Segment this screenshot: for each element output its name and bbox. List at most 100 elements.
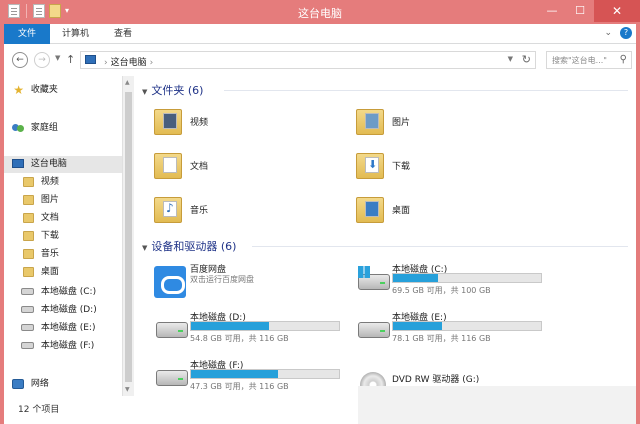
- device-subtitle: 47.3 GB 可用，共 116 GB: [190, 382, 289, 391]
- address-history-chevron-icon[interactable]: ▼: [508, 55, 513, 63]
- address-row: ← → ▼ ↑ › 这台电脑 › ▼ ↻ 搜索"这台电..." ⚲: [4, 45, 636, 75]
- tab-computer[interactable]: 计算机: [62, 24, 89, 44]
- help-icon[interactable]: ?: [620, 27, 632, 39]
- forward-button[interactable]: →: [34, 52, 50, 68]
- star-icon: ★: [13, 82, 24, 97]
- usage-bar-fill: [191, 370, 279, 378]
- recent-locations-chevron-icon[interactable]: ▼: [55, 54, 60, 62]
- nav-favorites[interactable]: ★ 收藏夹: [4, 82, 122, 99]
- usage-bar-fill: [393, 274, 439, 282]
- close-button[interactable]: ✕: [594, 0, 640, 22]
- nav-downloads[interactable]: 下载: [4, 228, 122, 245]
- nav-homegroup[interactable]: 家庭组: [4, 120, 122, 137]
- folder-tile-pictures[interactable]: 图片: [350, 102, 530, 142]
- folder-tile-desktop[interactable]: 桌面: [350, 190, 530, 230]
- up-button[interactable]: ↑: [66, 53, 75, 66]
- content-pane: ▼ 文件夹 (6) 视频 图片 文档 下载 音乐 桌面 ▼ 设备和驱动器 (6): [134, 76, 636, 396]
- folder-tile-videos[interactable]: 视频: [148, 102, 328, 142]
- window-controls: — ☐ ✕: [538, 0, 640, 22]
- devices-group-header[interactable]: ▼ 设备和驱动器 (6): [142, 238, 236, 254]
- hard-drive-icon: [154, 360, 188, 390]
- device-drive-e[interactable]: 本地磁盘 (E:) 78.1 GB 可用，共 116 GB: [350, 308, 550, 348]
- folder-tile-documents[interactable]: 文档: [148, 146, 328, 186]
- nav-music[interactable]: 音乐: [4, 246, 122, 263]
- device-subtitle: 双击运行百度网盘: [190, 275, 254, 284]
- computer-icon: [12, 159, 24, 168]
- hard-drive-icon: [154, 312, 188, 342]
- device-subtitle: 78.1 GB 可用，共 116 GB: [392, 334, 491, 343]
- search-icon[interactable]: ⚲: [620, 54, 627, 65]
- nav-item-label: 这台电脑: [30, 159, 67, 169]
- nav-drive-c[interactable]: 本地磁盘 (C:): [4, 284, 122, 301]
- tile-label: 图片: [392, 118, 411, 128]
- refresh-icon[interactable]: ↻: [522, 53, 531, 66]
- search-box[interactable]: 搜索"这台电..." ⚲: [546, 51, 632, 69]
- device-subtitle: 54.8 GB 可用，共 116 GB: [190, 334, 289, 343]
- item-count: 12 个项目: [18, 405, 60, 415]
- drive-icon: [21, 306, 34, 313]
- scroll-down-icon[interactable]: ▼: [125, 386, 130, 393]
- nav-item-label: 音乐: [40, 249, 59, 259]
- baidu-netdisk-icon: [154, 264, 186, 298]
- folder-tile-music[interactable]: 音乐: [148, 190, 328, 230]
- folder-icon: [23, 248, 34, 259]
- hard-drive-icon: [356, 312, 390, 342]
- documents-folder-icon: [154, 150, 184, 180]
- nav-drive-d[interactable]: 本地磁盘 (D:): [4, 302, 122, 319]
- device-drive-c[interactable]: 本地磁盘 (C:) 69.5 GB 可用，共 100 GB: [350, 260, 550, 300]
- tab-file[interactable]: 文件: [4, 24, 50, 44]
- nav-scrollbar[interactable]: ▲ ▼: [122, 76, 134, 396]
- system-drive-icon: [356, 264, 390, 294]
- back-button[interactable]: ←: [12, 52, 28, 68]
- nav-item-label: 图片: [40, 195, 59, 205]
- folder-tile-downloads[interactable]: 下载: [350, 146, 530, 186]
- expand-ribbon-chevron-icon[interactable]: ⌄: [604, 28, 612, 38]
- drive-c-usage-bar: [392, 273, 542, 283]
- nav-item-label: 视频: [40, 177, 59, 187]
- tile-label: 视频: [190, 118, 209, 128]
- nav-desktop[interactable]: 桌面: [4, 264, 122, 281]
- group-title: 文件夹 (6): [151, 84, 204, 97]
- nav-drive-e[interactable]: 本地磁盘 (E:): [4, 320, 122, 337]
- maximize-button[interactable]: ☐: [566, 0, 594, 22]
- tile-label: 下载: [392, 162, 411, 172]
- nav-documents[interactable]: 文档: [4, 210, 122, 227]
- folders-group-header[interactable]: ▼ 文件夹 (6): [142, 82, 203, 98]
- nav-this-pc[interactable]: 这台电脑: [4, 156, 122, 173]
- address-bar[interactable]: › 这台电脑 › ▼ ↻: [80, 51, 536, 69]
- drive-icon: [21, 324, 34, 331]
- videos-folder-icon: [154, 106, 184, 136]
- device-drive-f[interactable]: 本地磁盘 (F:) 47.3 GB 可用，共 116 GB: [148, 356, 348, 396]
- nav-pictures[interactable]: 图片: [4, 192, 122, 209]
- group-divider: [252, 246, 628, 247]
- address-path[interactable]: › 这台电脑 ›: [101, 55, 156, 68]
- collapse-chevron-icon[interactable]: ▼: [142, 244, 147, 252]
- overlay-corner: [358, 386, 636, 424]
- tab-view[interactable]: 查看: [114, 24, 132, 44]
- usage-bar-fill: [191, 322, 270, 330]
- breadcrumb-chevron-icon[interactable]: ›: [150, 58, 154, 68]
- breadcrumb-chevron-icon[interactable]: ›: [104, 58, 108, 68]
- device-subtitle: 69.5 GB 可用，共 100 GB: [392, 286, 491, 295]
- tile-label: 文档: [190, 162, 209, 172]
- folder-icon: [23, 266, 34, 277]
- nav-videos[interactable]: 视频: [4, 174, 122, 191]
- title-bar: ▾ 这台电脑 — ☐ ✕: [0, 0, 640, 24]
- nav-item-label: 收藏夹: [30, 85, 58, 95]
- device-drive-d[interactable]: 本地磁盘 (D:) 54.8 GB 可用，共 116 GB: [148, 308, 348, 348]
- nav-network[interactable]: 网络: [4, 376, 122, 393]
- scroll-up-icon[interactable]: ▲: [125, 79, 130, 86]
- device-baidu-netdisk[interactable]: 百度网盘 双击运行百度网盘: [148, 260, 348, 300]
- computer-icon: [85, 55, 96, 64]
- breadcrumb-this-pc[interactable]: 这台电脑: [111, 58, 147, 68]
- nav-drive-f[interactable]: 本地磁盘 (F:): [4, 338, 122, 355]
- drive-icon: [21, 342, 34, 349]
- explorer-window: ▾ 这台电脑 — ☐ ✕ 文件 计算机 查看 ⌄ ? ← → ▼ ↑ › 这台电脑…: [0, 0, 640, 424]
- collapse-chevron-icon[interactable]: ▼: [142, 88, 147, 96]
- nav-item-label: 下载: [40, 231, 59, 241]
- desktop-folder-icon: [356, 194, 386, 224]
- minimize-button[interactable]: —: [538, 0, 566, 22]
- scrollbar-thumb[interactable]: [125, 92, 132, 382]
- network-icon: [12, 378, 24, 389]
- group-title: 设备和驱动器 (6): [151, 240, 237, 253]
